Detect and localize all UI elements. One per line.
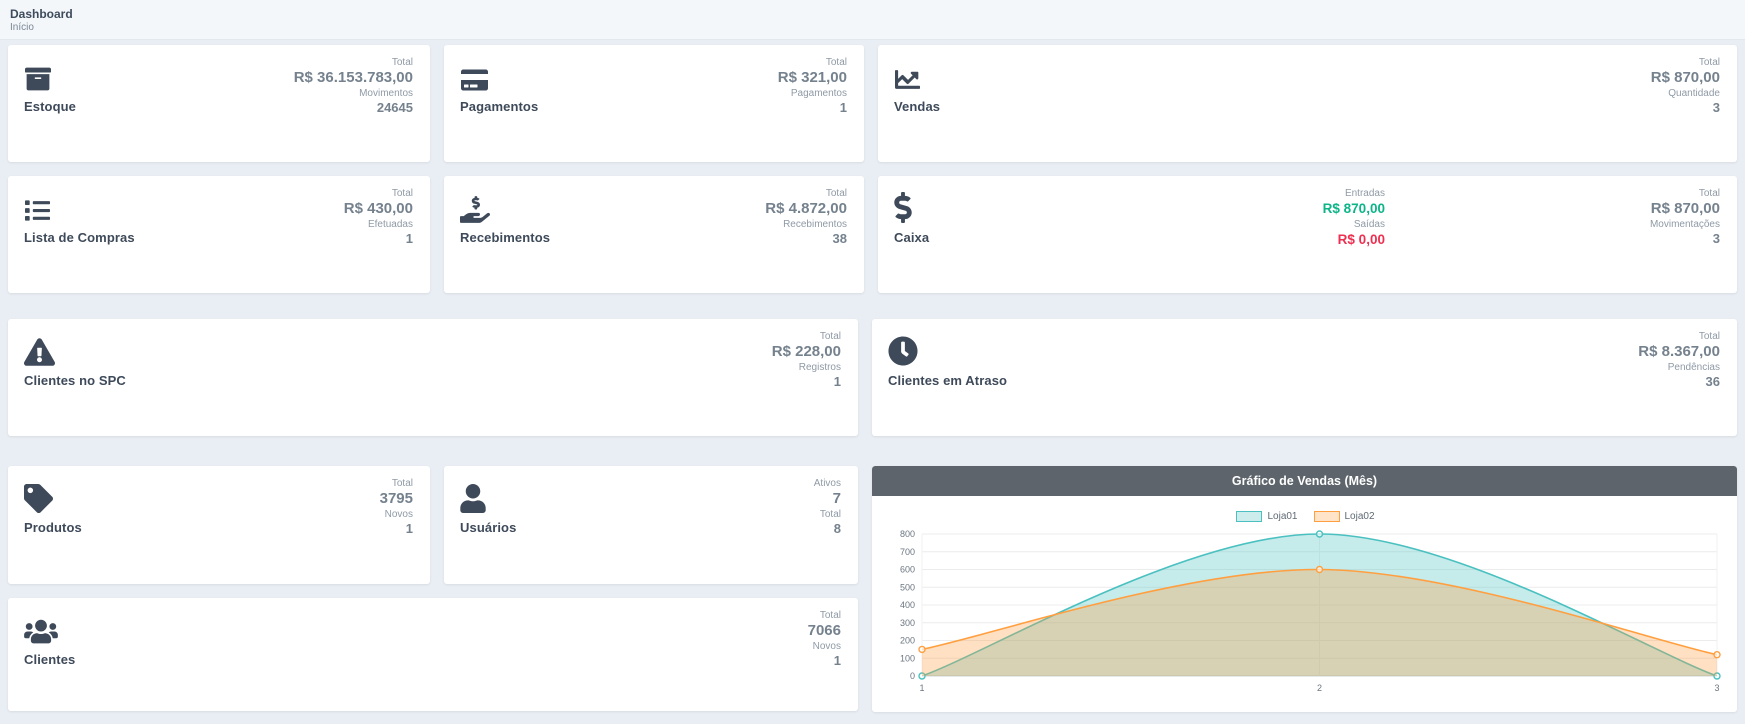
card-stats: Total 3795 Novos 1 (380, 477, 413, 537)
card-label: Vendas (894, 99, 940, 114)
chart-title: Gráfico de Vendas (Mês) (872, 466, 1737, 496)
card-stats: Total R$ 870,00 Quantidade 3 (1651, 56, 1720, 116)
card-stats: Total R$ 228,00 Registros 1 (772, 330, 841, 390)
card-label: Produtos (24, 520, 82, 535)
page-title: Dashboard (10, 7, 1745, 21)
svg-text:3: 3 (1714, 683, 1719, 693)
legend-swatch (1236, 511, 1262, 522)
cards-row-1: Estoque Total R$ 36.153.783,00 Movimento… (8, 45, 1737, 162)
legend-item-loja01[interactable]: Loja01 (1236, 511, 1297, 522)
cards-row-4: Produtos Total 3795 Novos 1 (8, 466, 858, 584)
cards-area: Estoque Total R$ 36.153.783,00 Movimento… (0, 40, 1745, 712)
user-icon (460, 477, 516, 513)
card-label: Caixa (894, 230, 929, 245)
legend-item-loja02[interactable]: Loja02 (1314, 511, 1375, 522)
svg-text:1: 1 (919, 683, 924, 693)
svg-text:300: 300 (900, 618, 915, 628)
card-stats: Total R$ 870,00 Movimentações 3 (1650, 187, 1720, 247)
cards-row-2: Lista de Compras Total R$ 430,00 Efetuad… (8, 176, 1737, 293)
cards-row-5: Clientes Total 7066 Novos 1 (8, 598, 858, 711)
saidas-value: R$ 0,00 (1323, 231, 1385, 249)
card-label: Pagamentos (460, 99, 538, 114)
cards-row-3: Clientes no SPC Total R$ 228,00 Registro… (8, 319, 1737, 436)
card-vendas[interactable]: Vendas Total R$ 870,00 Quantidade 3 (878, 45, 1737, 162)
svg-text:2: 2 (1317, 683, 1322, 693)
chart-line-icon (894, 56, 940, 92)
warning-triangle-icon (24, 330, 126, 366)
clock-icon (888, 330, 1007, 366)
card-clientes-em-atraso[interactable]: Clientes em Atraso Total R$ 8.367,00 Pen… (872, 319, 1737, 436)
svg-text:600: 600 (900, 565, 915, 575)
svg-text:0: 0 (910, 671, 915, 681)
legend-label: Loja02 (1345, 511, 1375, 522)
card-stats: Ativos 7 Total 8 (814, 477, 841, 537)
card-label: Recebimentos (460, 230, 550, 245)
page-header: Dashboard Início (0, 0, 1745, 40)
card-label: Clientes no SPC (24, 373, 126, 388)
legend-swatch (1314, 511, 1340, 522)
card-stats: Total 7066 Novos 1 (808, 609, 841, 669)
sales-area-chart: 0 100 200 300 400 500 600 700 800 1 2 3 (884, 524, 1725, 700)
users-icon (24, 609, 75, 645)
card-stats: Total R$ 4.872,00 Recebimentos 38 (765, 187, 847, 247)
hand-holding-money-icon (460, 187, 550, 223)
bottom-section: Produtos Total 3795 Novos 1 (8, 466, 1737, 712)
card-stats: Total R$ 8.367,00 Pendências 36 (1638, 330, 1720, 390)
card-label: Usuários (460, 520, 516, 535)
credit-card-icon (460, 56, 538, 92)
card-usuarios[interactable]: Usuários Ativos 7 Total 8 (444, 466, 858, 584)
breadcrumb[interactable]: Início (10, 21, 1745, 34)
svg-text:200: 200 (900, 636, 915, 646)
list-icon (24, 187, 135, 223)
card-clientes-no-spc[interactable]: Clientes no SPC Total R$ 228,00 Registro… (8, 319, 858, 436)
entradas-value: R$ 870,00 (1323, 200, 1385, 218)
svg-text:100: 100 (900, 653, 915, 663)
chart-legend: Loja01 Loja02 (884, 508, 1727, 524)
dashboard-page: Dashboard Início Estoque Total R$ 36.153… (0, 0, 1745, 724)
dollar-sign-icon (894, 187, 929, 223)
card-recebimentos[interactable]: Recebimentos Total R$ 4.872,00 Recebimen… (444, 176, 864, 293)
card-clientes[interactable]: Clientes Total 7066 Novos 1 (8, 598, 858, 711)
card-label: Clientes (24, 652, 75, 667)
card-label: Clientes em Atraso (888, 373, 1007, 388)
card-pagamentos[interactable]: Pagamentos Total R$ 321,00 Pagamentos 1 (444, 45, 864, 162)
svg-text:700: 700 (900, 547, 915, 557)
card-caixa[interactable]: Caixa Entradas R$ 870,00 Saídas R$ 0,00 … (878, 176, 1737, 293)
card-label: Estoque (24, 99, 76, 114)
svg-text:400: 400 (900, 600, 915, 610)
sales-chart-card: Gráfico de Vendas (Mês) Loja01Loja02 010… (872, 466, 1737, 712)
card-lista-de-compras[interactable]: Lista de Compras Total R$ 430,00 Efetuad… (8, 176, 430, 293)
card-label: Lista de Compras (24, 230, 135, 245)
card-stats: Total R$ 321,00 Pagamentos 1 (778, 56, 847, 116)
sales-chart-svg: 0 100 200 300 400 500 600 700 800 1 2 3 (884, 524, 1727, 705)
legend-label: Loja01 (1267, 511, 1297, 522)
card-stats: Total R$ 430,00 Efetuadas 1 (344, 187, 413, 247)
chart-body: Loja01 Loja02 0 100 200 300 400 500 600 700 800 1 2… (872, 496, 1737, 705)
card-stats: Total R$ 36.153.783,00 Movimentos 24645 (294, 56, 413, 116)
svg-text:800: 800 (900, 529, 915, 539)
card-estoque[interactable]: Estoque Total R$ 36.153.783,00 Movimento… (8, 45, 430, 162)
card-caixa-flow: Entradas R$ 870,00 Saídas R$ 0,00 (1323, 187, 1385, 249)
svg-text:500: 500 (900, 582, 915, 592)
archive-icon (24, 56, 76, 92)
tag-icon (24, 477, 82, 513)
bottom-left-column: Produtos Total 3795 Novos 1 (8, 466, 858, 712)
card-produtos[interactable]: Produtos Total 3795 Novos 1 (8, 466, 430, 584)
